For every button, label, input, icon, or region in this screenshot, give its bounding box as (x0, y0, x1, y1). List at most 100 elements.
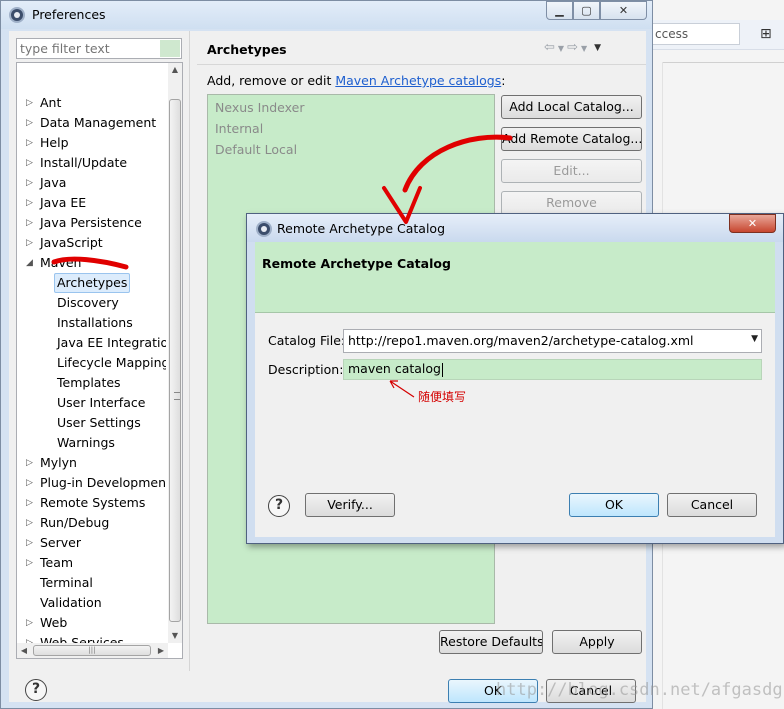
tree-item[interactable]: ▷ Web Services (26, 633, 124, 643)
tree-item[interactable]: ▷ Remote Systems (26, 493, 145, 513)
tree-item[interactable]: ▷ Data Management (26, 113, 156, 133)
collapsed-twisty-icon[interactable]: ▷ (26, 453, 33, 473)
expanded-twisty-icon[interactable]: ◢ (26, 253, 33, 273)
collapsed-twisty-icon[interactable]: ▷ (26, 173, 33, 193)
scroll-left-icon[interactable]: ◀ (17, 643, 31, 658)
collapsed-twisty-icon[interactable]: ▷ (26, 193, 33, 213)
tree-item[interactable]: ▷ Web (26, 613, 67, 633)
collapsed-twisty-icon[interactable]: ▷ (26, 113, 33, 133)
collapsed-twisty-icon[interactable]: ▷ (26, 133, 33, 153)
close-button[interactable]: ✕ (600, 1, 647, 20)
collapsed-twisty-icon[interactable]: ▷ (26, 213, 33, 233)
collapsed-twisty-icon[interactable]: ▷ (26, 493, 33, 513)
dialog-titlebar[interactable]: Remote Archetype Catalog ✕ (247, 214, 783, 242)
help-icon[interactable]: ? (25, 679, 47, 701)
edit-button[interactable]: Edit... (501, 159, 642, 183)
scroll-up-icon[interactable]: ▲ (168, 63, 182, 77)
tree-item[interactable]: ▷ Ant (26, 93, 61, 113)
dialog-help-icon[interactable]: ? (268, 495, 290, 517)
catalog-item[interactable]: Nexus Indexer (215, 100, 304, 115)
scroll-thumb[interactable] (169, 99, 181, 622)
tree-item[interactable]: Validation (40, 593, 102, 613)
tree-item-label: Run/Debug (40, 515, 110, 530)
tree-item[interactable]: Archetypes (54, 273, 131, 293)
catalog-item[interactable]: Default Local (215, 142, 297, 157)
tree-item[interactable]: User Settings (57, 413, 141, 433)
dialog-ok-button[interactable]: OK (569, 493, 659, 517)
add-remote-catalog-button[interactable]: Add Remote Catalog... (501, 127, 642, 151)
collapsed-twisty-icon[interactable]: ▷ (26, 93, 33, 113)
tree-horizontal-scrollbar[interactable]: ◀ ||| ▶ (17, 643, 168, 658)
filter-clear-icon[interactable] (160, 40, 180, 57)
scroll-down-icon[interactable]: ▼ (168, 629, 182, 643)
collapsed-twisty-icon[interactable]: ▷ (26, 233, 33, 253)
filter-input[interactable] (16, 38, 182, 59)
forward-arrow-icon[interactable]: ⇨ (567, 40, 578, 55)
workbench-divider (662, 62, 784, 63)
open-perspective-icon[interactable]: ⊞ (760, 26, 772, 42)
tree-item[interactable]: ▷ Java Persistence (26, 213, 142, 233)
view-menu-icon[interactable]: ▼ (594, 40, 601, 55)
description-input[interactable]: maven catalog (343, 359, 762, 380)
tree-item[interactable]: Java EE Integration (57, 333, 166, 353)
tree-item-label: Warnings (57, 435, 115, 450)
tree-item[interactable]: ▷ Mylyn (26, 453, 77, 473)
back-arrow-icon[interactable]: ⇦ (544, 40, 555, 55)
maven-catalogs-link[interactable]: Maven Archetype catalogs (335, 73, 501, 88)
tree-item[interactable]: ◢ Maven (26, 253, 81, 273)
description-label: Description: (268, 362, 344, 377)
catalog-file-combo[interactable]: http://repo1.maven.org/maven2/archetype-… (343, 329, 762, 353)
tree-item[interactable]: ▷ Run/Debug (26, 513, 110, 533)
hscroll-thumb[interactable]: ||| (33, 645, 151, 656)
chevron-down-icon[interactable]: ▼ (751, 334, 758, 344)
tree-item[interactable]: ▷ Plug-in Development (26, 473, 166, 493)
tree-item[interactable]: ▷ Server (26, 533, 81, 553)
tree-vertical-scrollbar[interactable]: ▲ ▼ (168, 63, 182, 643)
collapsed-twisty-icon[interactable]: ▷ (26, 153, 33, 173)
collapsed-twisty-icon[interactable]: ▷ (26, 633, 33, 643)
dialog-cancel-button[interactable]: Cancel (667, 493, 757, 517)
dialog-close-button[interactable]: ✕ (729, 214, 776, 233)
tree-item[interactable]: User Interface (57, 393, 145, 413)
add-local-catalog-button[interactable]: Add Local Catalog... (501, 95, 642, 119)
tree-item-label: Java (40, 175, 67, 190)
tree-item[interactable]: Terminal (40, 573, 93, 593)
minimize-button[interactable]: ▁ (546, 1, 573, 20)
dialog-banner: Remote Archetype Catalog (255, 242, 775, 313)
pane-sash[interactable] (189, 31, 190, 671)
tree-item[interactable]: Warnings (57, 433, 115, 453)
verify-button[interactable]: Verify... (305, 493, 395, 517)
quick-access-input[interactable]: ccess (652, 23, 740, 45)
catalog-item[interactable]: Internal (215, 121, 263, 136)
collapsed-twisty-icon[interactable]: ▷ (26, 533, 33, 553)
maximize-button[interactable]: ▢ (573, 1, 600, 20)
tree-item[interactable]: ▷ JavaScript (26, 233, 103, 253)
collapsed-twisty-icon[interactable]: ▷ (26, 553, 33, 573)
tree-item[interactable]: Installations (57, 313, 133, 333)
tree-item[interactable]: Templates (57, 373, 121, 393)
tree-item[interactable]: ▷ Install/Update (26, 153, 127, 173)
tree-item-label: Java EE (40, 195, 87, 210)
back-dropdown-icon[interactable]: ▼ (558, 40, 564, 55)
tree-item[interactable]: Discovery (57, 293, 119, 313)
apply-button[interactable]: Apply (552, 630, 642, 654)
tree-item[interactable]: Lifecycle Mappings (57, 353, 166, 373)
collapsed-twisty-icon[interactable]: ▷ (26, 513, 33, 533)
tree-item-label: Lifecycle Mappings (57, 355, 166, 370)
tree-item[interactable]: ▷ Team (26, 553, 73, 573)
restore-defaults-button[interactable]: Restore Defaults (439, 630, 543, 654)
tree-items: ▷ Ant ▷ Data Management ▷ Help ▷ Install/Update… (17, 63, 166, 643)
remove-button[interactable]: Remove (501, 191, 642, 215)
tree-item-label: Server (40, 535, 81, 550)
tree-item[interactable]: ▷ Java EE (26, 193, 87, 213)
preferences-titlebar[interactable]: Preferences ▁ ▢ ✕ (1, 1, 652, 29)
annotation-text: 随便填写 (418, 390, 467, 404)
forward-dropdown-icon[interactable]: ▼ (581, 40, 587, 55)
tree-item[interactable]: ▷ Help (26, 133, 69, 153)
description-value: maven catalog (348, 361, 441, 376)
scroll-right-icon[interactable]: ▶ (154, 643, 168, 658)
collapsed-twisty-icon[interactable]: ▷ (26, 473, 33, 493)
remote-catalog-dialog: Remote Archetype Catalog ✕ Remote Archet… (246, 213, 784, 544)
collapsed-twisty-icon[interactable]: ▷ (26, 613, 33, 633)
tree-item[interactable]: ▷ Java (26, 173, 67, 193)
